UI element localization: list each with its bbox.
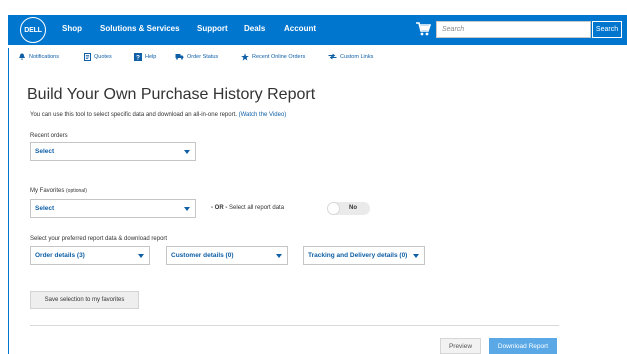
- select-all-toggle[interactable]: No: [327, 202, 370, 215]
- download-report-button[interactable]: Download Report: [489, 338, 557, 354]
- customer-details-value: Customer details (0): [171, 252, 234, 259]
- chevron-down-icon: [138, 254, 144, 258]
- favorites-optional-note: (optional): [66, 188, 87, 194]
- order-details-value: Order details (3): [35, 252, 85, 259]
- page-left-border: [8, 48, 9, 354]
- order-details-select[interactable]: Order details (3): [30, 246, 150, 265]
- chevron-down-icon: [413, 254, 419, 258]
- help-icon: ?: [134, 53, 142, 61]
- recent-orders-value: Select: [35, 148, 55, 155]
- subnav-recent-online-orders[interactable]: Recent Online Orders: [241, 53, 305, 61]
- favorites-label: My Favorites (optional): [30, 188, 87, 194]
- watch-video-link[interactable]: (Watch the Video): [239, 112, 287, 118]
- subnav-quotes-label: Quotes: [94, 54, 112, 60]
- toggle-state-label: No: [349, 205, 357, 211]
- subnav-order-status[interactable]: Order Status: [175, 53, 218, 60]
- nav-account[interactable]: Account: [284, 24, 316, 33]
- section-divider: [30, 325, 559, 326]
- chevron-down-icon: [184, 150, 190, 154]
- intro-text: You can use this tool to select specific…: [30, 112, 286, 118]
- search-input[interactable]: Search: [436, 21, 591, 38]
- select-all-label: Select all report data: [229, 205, 285, 211]
- subnav-custom-links[interactable]: Custom Links: [328, 53, 373, 60]
- nav-shop[interactable]: Shop: [62, 24, 82, 33]
- star-icon: [241, 53, 249, 61]
- recent-orders-label: Recent orders: [30, 133, 68, 139]
- bell-icon: [19, 53, 25, 60]
- subnav-custom-links-label: Custom Links: [340, 53, 374, 60]
- subnav-quotes[interactable]: Quotes: [84, 53, 112, 61]
- dell-logo[interactable]: DELL: [20, 17, 46, 43]
- subnav-order-status-label: Order Status: [187, 53, 219, 60]
- or-select-all-text: - OR - Select all report data: [211, 205, 284, 211]
- favorites-value: Select: [35, 205, 55, 212]
- save-favorites-button[interactable]: Save selection to my favorites: [30, 291, 139, 309]
- toggle-knob: [327, 202, 340, 215]
- intro-description: You can use this tool to select specific…: [30, 112, 237, 118]
- tracking-details-select[interactable]: Tracking and Delivery details (0): [303, 246, 425, 265]
- favorites-select[interactable]: Select: [30, 199, 196, 218]
- or-separator: - OR -: [211, 205, 228, 211]
- subnav-help[interactable]: ? Help: [134, 53, 156, 61]
- tracking-details-value: Tracking and Delivery details (0): [308, 252, 408, 259]
- secondary-navigation: Notifications Quotes ? Help Order Status…: [8, 48, 627, 68]
- cart-icon[interactable]: [415, 21, 431, 37]
- truck-icon: [175, 54, 184, 60]
- recent-orders-select[interactable]: Select: [30, 142, 196, 161]
- search-button[interactable]: Search: [592, 21, 622, 38]
- subnav-recent-online-orders-label: Recent Online Orders: [252, 54, 306, 60]
- subnav-help-label: Help: [145, 54, 157, 60]
- page-title: Build Your Own Purchase History Report: [27, 86, 316, 103]
- nav-solutions-services[interactable]: Solutions & Services: [100, 24, 180, 33]
- link-icon: [328, 53, 337, 60]
- document-icon: [84, 53, 91, 61]
- chevron-down-icon: [276, 254, 282, 258]
- favorites-label-text: My Favorites: [30, 188, 65, 194]
- svg-text:?: ?: [136, 54, 140, 61]
- nav-support[interactable]: Support: [197, 24, 228, 33]
- report-data-label: Select your preferred report data & down…: [30, 236, 168, 242]
- preview-button[interactable]: Preview: [440, 338, 481, 354]
- nav-deals[interactable]: Deals: [244, 24, 265, 33]
- customer-details-select[interactable]: Customer details (0): [166, 246, 288, 265]
- chevron-down-icon: [184, 207, 190, 211]
- top-navigation-bar: DELL Shop Solutions & Services Support D…: [8, 15, 627, 45]
- subnav-notifications[interactable]: Notifications: [18, 53, 59, 60]
- subnav-notifications-label: Notifications: [29, 53, 59, 60]
